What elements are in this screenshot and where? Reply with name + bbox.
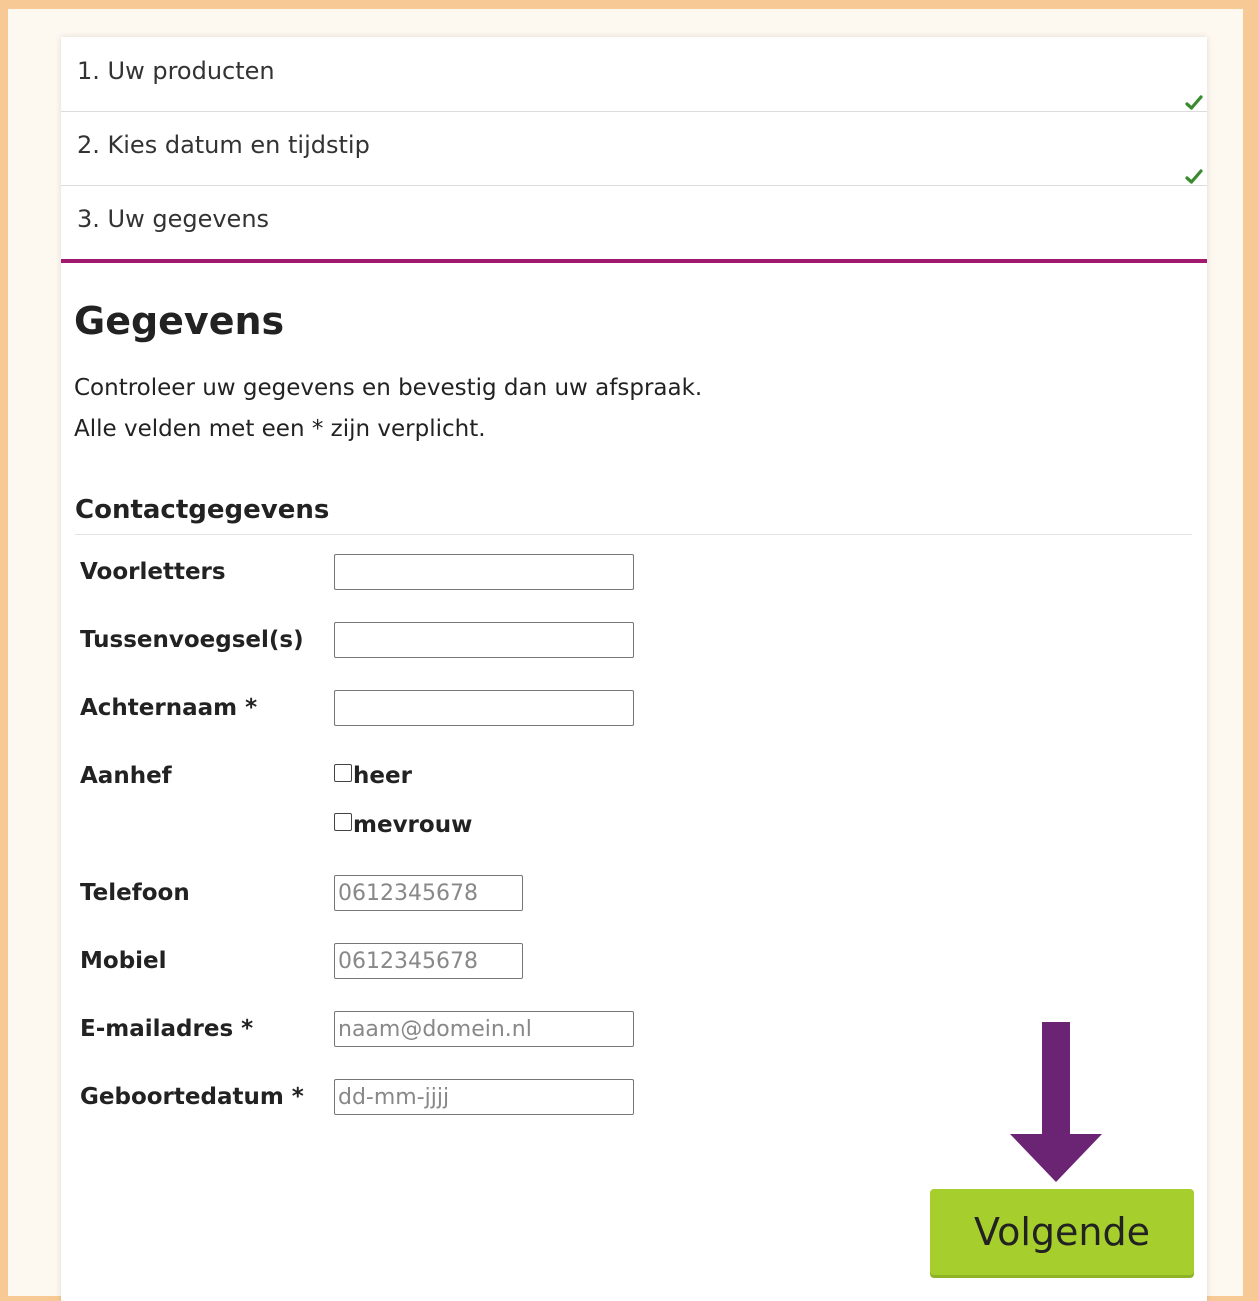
mobiel-label: Mobiel [80, 948, 167, 974]
intro-line: Controleer uw gegevens en bevestig dan u… [74, 375, 703, 401]
checkmark-icon [1185, 169, 1203, 184]
aanhef-heer-option[interactable]: heer [334, 763, 412, 789]
next-button[interactable]: Volgende [930, 1189, 1194, 1275]
geboortedatum-input[interactable] [334, 1079, 634, 1115]
mobiel-input[interactable] [334, 943, 523, 979]
step-label: 2. Kies datum en tijdstip [77, 131, 370, 159]
page-title: Gegevens [74, 299, 285, 343]
telefoon-label: Telefoon [80, 880, 190, 906]
voorletters-label: Voorletters [80, 559, 226, 585]
voorletters-input[interactable] [334, 554, 634, 590]
step-details[interactable]: 3. Uw gegevens [61, 185, 1207, 263]
telefoon-input[interactable] [334, 875, 523, 911]
section-title: Contactgegevens [75, 495, 330, 525]
tussenvoegsel-label: Tussenvoegsel(s) [80, 627, 304, 653]
email-input[interactable] [334, 1011, 634, 1047]
section-divider [75, 534, 1192, 535]
heer-checkbox[interactable] [334, 764, 352, 782]
step-products[interactable]: 1. Uw producten [61, 37, 1207, 112]
tussenvoegsel-input[interactable] [334, 622, 634, 658]
intro-text: Controleer uw gegevens en bevestig dan u… [74, 368, 702, 450]
achternaam-input[interactable] [334, 690, 634, 726]
step-date-time[interactable]: 2. Kies datum en tijdstip [61, 111, 1207, 186]
booking-panel: 1. Uw producten 2. Kies datum en tijdsti… [61, 37, 1207, 1301]
aanhef-mevrouw-option[interactable]: mevrouw [334, 812, 472, 838]
mevrouw-label: mevrouw [353, 812, 473, 838]
heer-label: heer [353, 763, 412, 789]
step-label: 1. Uw producten [77, 57, 275, 85]
aanhef-label: Aanhef [80, 763, 172, 789]
required-note: Alle velden met een * zijn verplicht. [74, 416, 486, 442]
mevrouw-checkbox[interactable] [334, 813, 352, 831]
geboortedatum-label: Geboortedatum * [80, 1084, 304, 1110]
checkmark-icon [1185, 95, 1203, 110]
step-label: 3. Uw gegevens [77, 205, 270, 233]
email-label: E-mailadres * [80, 1016, 254, 1042]
achternaam-label: Achternaam * [80, 695, 258, 721]
arrow-down-icon [1010, 1022, 1102, 1182]
